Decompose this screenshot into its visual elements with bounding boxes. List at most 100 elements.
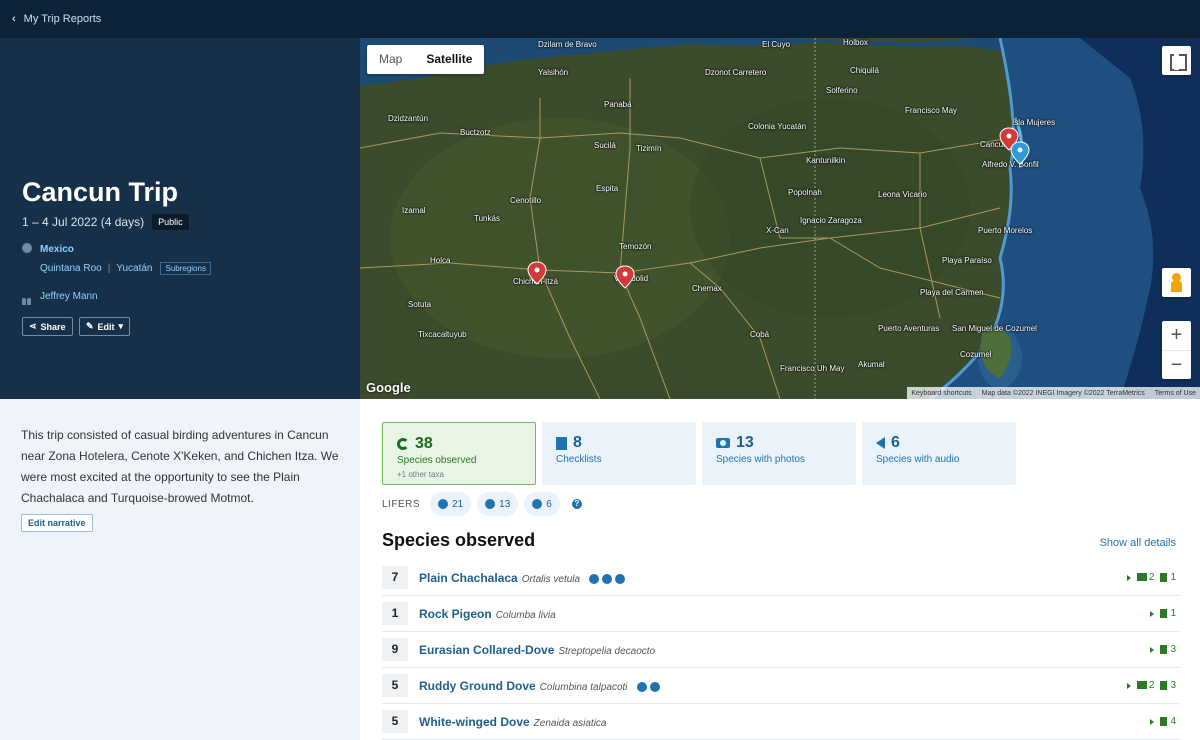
lifer-marks	[589, 573, 626, 584]
species-row[interactable]: 7 Plain Chachalaca Ortalis vetula 2 1	[382, 560, 1180, 596]
map-label: Holca	[430, 256, 451, 265]
share-button[interactable]: ⋖ Share	[22, 317, 73, 336]
zoom-out-button[interactable]: −	[1162, 350, 1191, 379]
checklist-icon	[1160, 608, 1168, 618]
stat-species-with-photos[interactable]: 13 Species with photos	[702, 422, 856, 485]
map-label: Colonia Yucatán	[748, 122, 807, 131]
map-label: Playa Paraíso	[942, 256, 992, 265]
stat-species-with-audio[interactable]: 6 Species with audio	[862, 422, 1016, 485]
lifer-check-icon	[636, 681, 647, 692]
back-link[interactable]: My Trip Reports	[24, 13, 102, 25]
map-data-credit: Map data ©2022 INEGI Imagery ©2022 Terra…	[981, 389, 1145, 397]
check-icon	[438, 499, 449, 509]
map-label: Sucilá	[594, 141, 616, 150]
zoom-control: + −	[1162, 321, 1191, 379]
stat-species-observed[interactable]: 38 Species observed +1 other taxa	[382, 422, 536, 485]
lifers-label: LIFERS	[382, 498, 421, 510]
edit-narrative-button[interactable]: Edit narrative	[21, 514, 93, 532]
map-view-button[interactable]: Map	[367, 45, 414, 74]
chevron-left-icon[interactable]: ‹	[12, 13, 16, 25]
speaker-icon	[532, 499, 543, 509]
map-label: Tizimín	[636, 144, 662, 153]
checklist-icon	[1160, 572, 1168, 582]
species-heading: Species observed	[382, 530, 536, 550]
species-row[interactable]: 5 White-winged Dove Zenaida asiatica 4	[382, 704, 1180, 740]
stat-label: Species observed	[397, 455, 477, 466]
zoom-in-button[interactable]: +	[1162, 321, 1191, 350]
edit-label: Edit	[97, 321, 115, 332]
map-label: Espita	[596, 184, 619, 193]
google-logo: Google	[366, 380, 411, 395]
map-label: Chemax	[692, 284, 722, 293]
stat-value: 8	[556, 434, 582, 452]
species-name-wrap: White-winged Dove Zenaida asiatica	[419, 715, 607, 729]
map-label: Buctzotz	[460, 128, 491, 137]
species-common-name[interactable]: Eurasian Collared-Dove	[419, 643, 554, 657]
region-link-yucatan[interactable]: Yucatán	[116, 263, 152, 274]
lifers-audio-pill[interactable]: 6	[524, 492, 560, 516]
terms-link[interactable]: Terms of Use	[1155, 390, 1196, 397]
globe-icon	[22, 243, 32, 253]
share-icon: ⋖	[29, 321, 37, 331]
map-label: Izamal	[402, 206, 426, 215]
checklist-count: 1	[1160, 572, 1176, 583]
trip-date-range: 1 – 4 Jul 2022 (4 days)	[22, 215, 145, 229]
fullscreen-icon[interactable]	[1162, 46, 1191, 75]
subregions-button[interactable]: Subregions	[160, 262, 211, 275]
species-common-name[interactable]: Rock Pigeon	[419, 607, 492, 621]
checklist-icon	[1160, 716, 1168, 726]
satellite-view-button[interactable]: Satellite	[414, 45, 484, 74]
map-label: Cenotillo	[510, 196, 542, 205]
map-label: Dzidzantún	[388, 114, 429, 123]
country-link[interactable]: Mexico	[40, 244, 74, 255]
people-icon	[22, 292, 33, 305]
stat-label: Checklists	[556, 454, 602, 465]
map-type-toggle: Map Satellite	[367, 45, 485, 74]
map-label: Cozumel	[960, 350, 992, 359]
help-icon[interactable]: ?	[571, 499, 582, 509]
species-scientific-name: Columba livia	[495, 610, 556, 621]
map-label: X-Can	[766, 226, 789, 235]
map-label: Cancún	[980, 140, 1008, 149]
species-media-counts: 3	[1150, 644, 1176, 655]
stat-value: 6	[876, 434, 900, 452]
species-scientific-name: Zenaida asiatica	[533, 718, 607, 729]
map-label: Leona Vicario	[878, 190, 927, 199]
map-label: Playa del Carmen	[920, 288, 984, 297]
map-attribution: Keyboard shortcuts Map data ©2022 INEGI …	[907, 387, 1200, 399]
street-view-pegman-icon[interactable]	[1162, 268, 1191, 297]
species-name-wrap: Eurasian Collared-Dove Streptopelia decao…	[419, 643, 655, 657]
show-all-details-link[interactable]: Show all details	[1100, 537, 1176, 549]
regions: Quintana Roo | Yucatán Subregions	[40, 262, 211, 275]
species-list: 7 Plain Chachalaca Ortalis vetula 2 1 1 R…	[382, 560, 1180, 740]
trip-map[interactable]: Dzilam de Bravo El Cuyo Holbox Chiquilá …	[360, 38, 1200, 399]
map-label: Temozón	[619, 242, 652, 251]
species-scientific-name: Columbina talpacoti	[539, 682, 628, 693]
species-common-name[interactable]: Ruddy Ground Dove	[419, 679, 536, 693]
lifers-photos-pill[interactable]: 13	[477, 492, 519, 516]
owner-link[interactable]: Jeffrey Mann	[40, 291, 98, 302]
lifers-observed-pill[interactable]: 21	[430, 492, 472, 516]
species-common-name[interactable]: Plain Chachalaca	[419, 571, 518, 585]
map-label: Francisco May	[905, 106, 958, 115]
topbar: ‹ My Trip Reports	[0, 0, 1200, 38]
species-count: 5	[382, 674, 408, 697]
species-name-wrap: Rock Pigeon Columba livia	[419, 607, 556, 621]
species-common-name[interactable]: White-winged Dove	[419, 715, 530, 729]
checklist-icon	[1160, 680, 1168, 690]
species-row[interactable]: 1 Rock Pigeon Columba livia 1	[382, 596, 1180, 632]
checklist-count: 4	[1160, 716, 1176, 727]
species-count: 1	[382, 602, 408, 625]
stat-checklists[interactable]: 8 Checklists	[542, 422, 696, 485]
species-row[interactable]: 5 Ruddy Ground Dove Columbina talpacoti 2…	[382, 668, 1180, 704]
map-label: Yalsihón	[538, 68, 569, 77]
region-link-quintana-roo[interactable]: Quintana Roo	[40, 263, 102, 274]
stat-sub: +1 other taxa	[397, 470, 444, 479]
keyboard-shortcuts-link[interactable]: Keyboard shortcuts	[911, 390, 971, 397]
edit-button[interactable]: ✎ Edit ▾	[79, 317, 131, 336]
caret-right-icon	[1150, 646, 1155, 653]
trip-narrative: This trip consisted of casual birding ad…	[21, 428, 339, 505]
map-label: Francisco Uh May	[780, 364, 845, 373]
species-row[interactable]: 9 Eurasian Collared-Dove Streptopelia dec…	[382, 632, 1180, 668]
image-icon	[1136, 573, 1147, 582]
